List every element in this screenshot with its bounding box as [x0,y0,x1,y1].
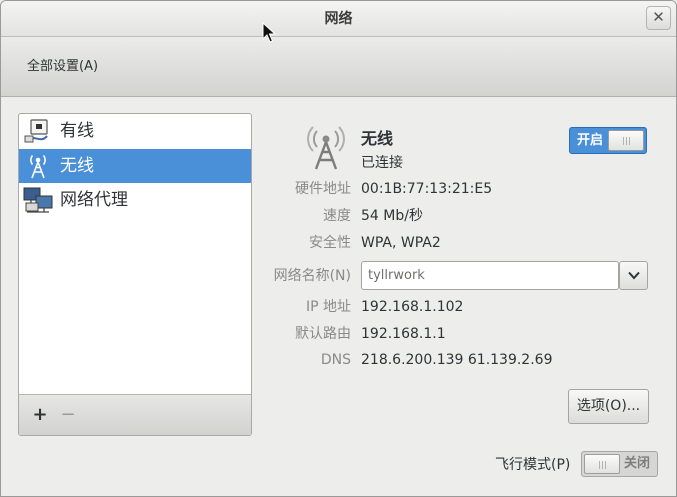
add-connection-button[interactable]: + [29,403,51,427]
network-settings-window: 网络 ✕ 全部设置(A) 有线 无线 网络代理 + − 无线 已连接 开启 硬件… [0,0,677,497]
knob-grip [602,461,603,469]
sidebar-item-proxy[interactable]: 网络代理 [19,183,251,217]
sidebar-item-label: 有线 [60,121,94,141]
hardware-address-label: 硬件地址 [295,181,351,197]
connection-name: 无线 [361,129,394,148]
knob-grip [626,137,627,145]
knob-grip [605,461,606,469]
switch-knob [608,130,644,151]
options-button[interactable]: 选项(O)... [568,389,649,424]
ssid-dropdown-button[interactable] [619,261,648,290]
all-settings-button[interactable]: 全部设置(A) [17,54,108,80]
speed-label: 速度 [323,208,351,224]
mouse-pointer-icon [262,22,276,43]
security-label: 安全性 [309,235,351,251]
security-value: WPA, WPA2 [361,235,441,251]
close-button[interactable]: ✕ [646,6,671,30]
ssid-combo-entry[interactable]: tyllrwork [361,261,619,290]
close-icon: ✕ [652,8,665,26]
switch-state-label: 开启 [576,133,603,148]
network-proxy-icon [23,187,53,213]
ssid-label: 网络名称(N) [273,268,351,284]
dns-value: 218.6.200.139 61.139.2.69 [361,352,553,368]
sidebar-item-label: 网络代理 [60,190,128,210]
switch-knob [584,454,620,474]
airplane-mode-label: 飞行模式(P) [495,457,571,473]
window-title: 网络 [324,11,353,27]
chevron-down-icon [628,271,640,280]
connection-status: 已连接 [361,155,403,171]
knob-grip [623,137,624,145]
sidebar-item-wired[interactable]: 有线 [19,114,251,148]
sidebar-item-label: 无线 [60,156,94,176]
remove-connection-button[interactable]: − [57,403,79,427]
knob-grip [629,137,630,145]
ip-address-value: 192.168.1.102 [361,299,464,315]
hardware-address-value: 00:1B:77:13:21:E5 [361,181,493,197]
list-toolbar: + − [19,394,251,435]
sidebar-item-wireless[interactable]: 无线 [19,149,251,183]
speed-value: 54 Mb/秒 [361,208,423,224]
wireless-power-switch[interactable]: 开启 [569,127,647,154]
wireless-network-icon [30,155,46,179]
airplane-mode-switch[interactable]: 关闭 [581,451,658,477]
wireless-large-icon [307,126,345,170]
title-bar: 网络 ✕ [1,1,676,37]
knob-grip [599,461,600,469]
switch-state-label: 关闭 [623,456,650,471]
ssid-value: tyllrwork [368,268,425,283]
wired-network-icon [24,119,48,143]
connection-list: 有线 无线 网络代理 + − [18,113,252,436]
default-route-value: 192.168.1.1 [361,326,446,342]
toolbar: 全部设置(A) [1,37,676,97]
ip-address-label: IP 地址 [305,299,351,315]
dns-label: DNS [320,352,351,368]
default-route-label: 默认路由 [295,326,351,342]
